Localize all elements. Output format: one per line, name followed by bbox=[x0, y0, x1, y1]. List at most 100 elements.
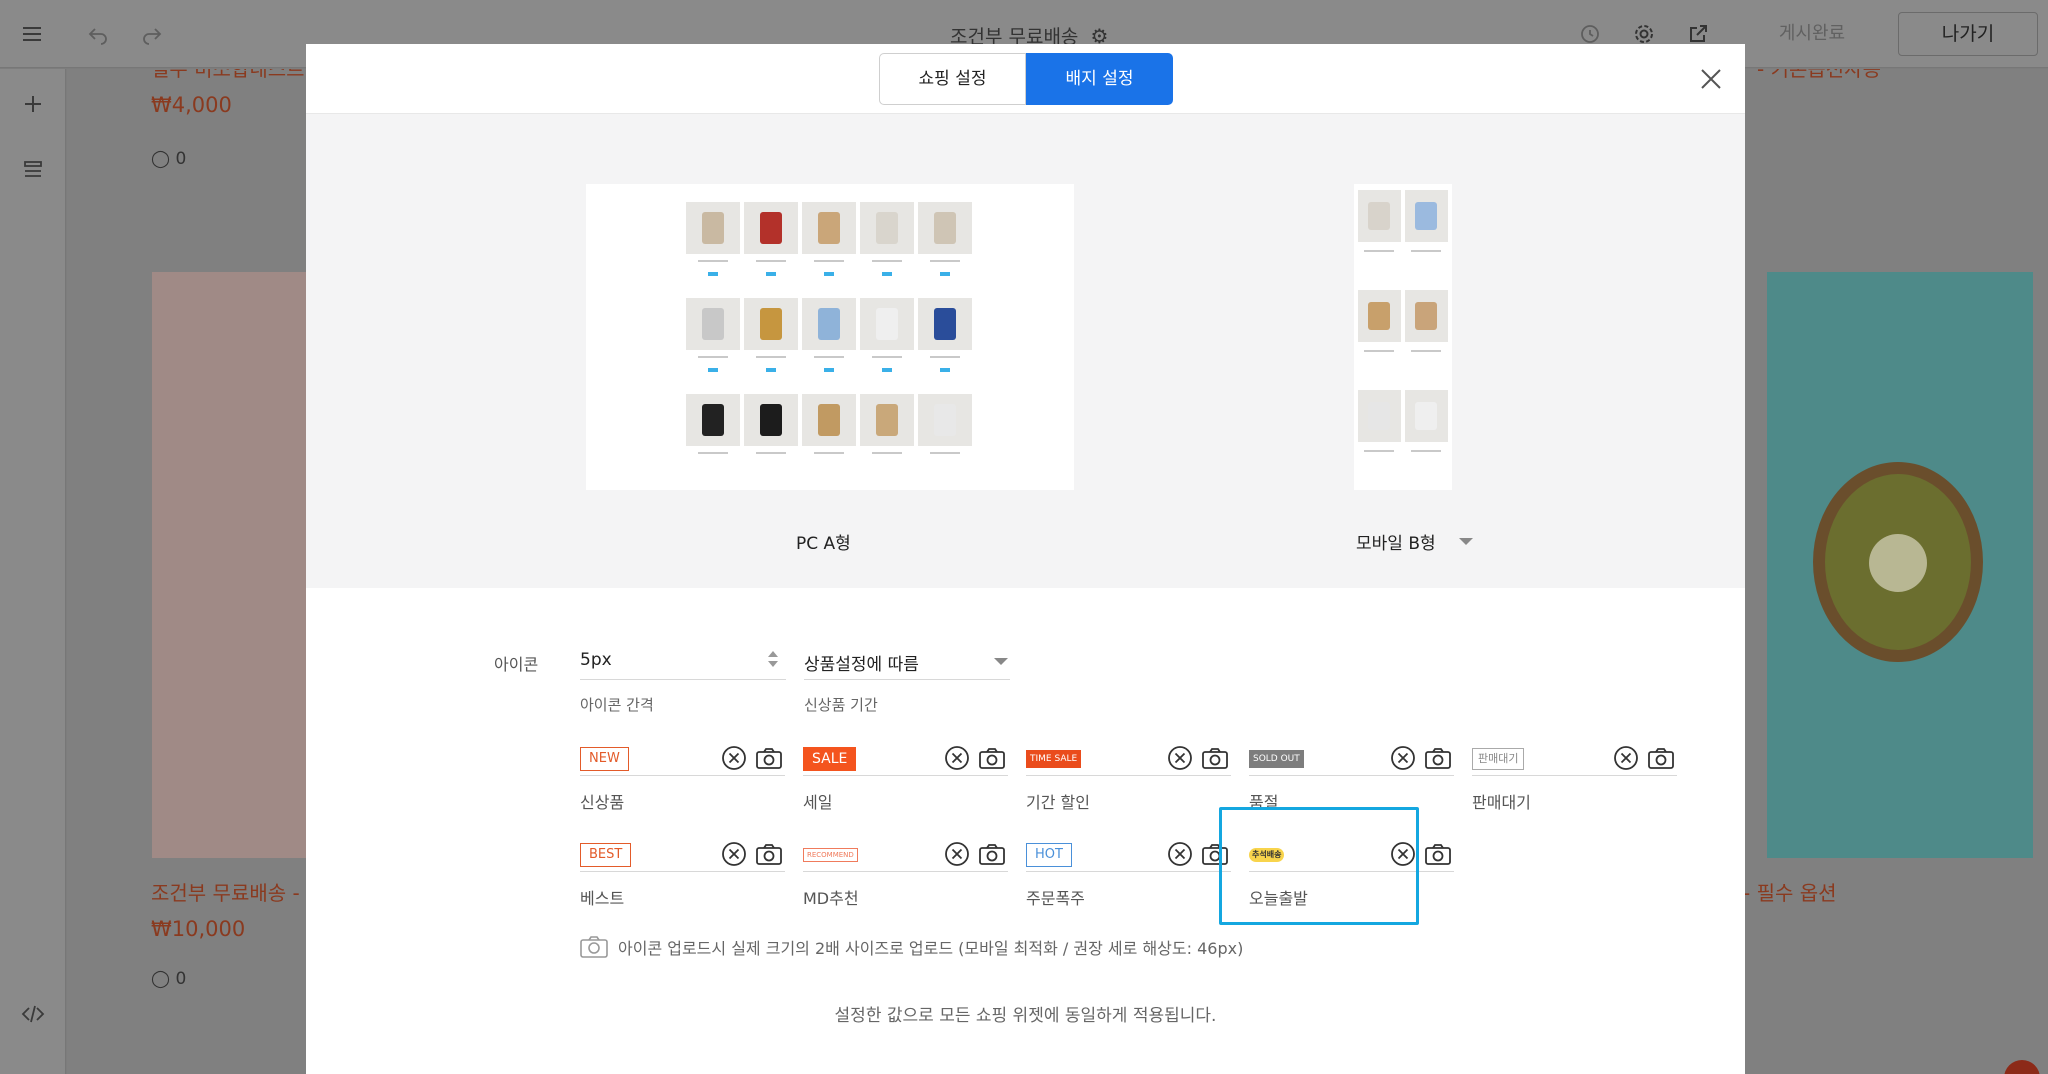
mobile-preview-caption-line bbox=[1364, 250, 1394, 252]
badge-preview: SOLD OUT bbox=[1249, 750, 1304, 768]
icon-spacing-field[interactable]: 5px bbox=[580, 640, 786, 680]
pc-preview-caption-line bbox=[698, 260, 728, 262]
tab-shopping-settings[interactable]: 쇼핑 설정 bbox=[879, 53, 1026, 105]
history-icon[interactable] bbox=[1578, 22, 1602, 46]
badge-cell-new[interactable]: NEW bbox=[580, 742, 785, 776]
badge-cell-best[interactable]: BEST bbox=[580, 838, 785, 872]
redo-icon[interactable] bbox=[140, 22, 164, 46]
badge-cell-soldout[interactable]: SOLD OUT bbox=[1249, 742, 1454, 776]
badge-caption: 기간 할인 bbox=[1026, 793, 1090, 812]
new-period-value: 상품설정에 따름 bbox=[804, 655, 919, 675]
mobile-preview-thumbnail bbox=[1358, 390, 1401, 442]
pc-preview-thumbnail bbox=[860, 298, 914, 350]
bg-product-image-right[interactable] bbox=[1767, 272, 2033, 858]
camera-icon[interactable] bbox=[1201, 744, 1229, 772]
camera-icon[interactable] bbox=[1647, 744, 1675, 772]
remove-circle-icon[interactable] bbox=[1389, 744, 1417, 772]
pc-layout-label: PC A형 bbox=[796, 534, 851, 554]
mobile-preview-caption-line bbox=[1411, 350, 1441, 352]
pc-preview-caption-line bbox=[756, 260, 786, 262]
pc-preview-tag bbox=[940, 272, 950, 276]
product-object bbox=[876, 212, 898, 244]
pc-preview-caption-line bbox=[756, 452, 786, 454]
close-icon[interactable] bbox=[1696, 64, 1726, 94]
bg-product-title-top-right: - 기본옵션사용 bbox=[1757, 69, 1881, 81]
badge-caption: 판매대기 bbox=[1472, 793, 1531, 812]
remove-circle-icon[interactable] bbox=[1612, 744, 1640, 772]
product-object bbox=[702, 212, 724, 244]
bg-comment-top: ◯ 0 bbox=[151, 149, 186, 169]
icon-section-label: 아이콘 bbox=[494, 655, 539, 674]
product-object bbox=[934, 308, 956, 340]
bg-comment-count-bottom: 0 bbox=[175, 969, 187, 989]
mobile-preview-caption-line bbox=[1364, 450, 1394, 452]
badge-preview: HOT bbox=[1026, 843, 1072, 867]
mobile-preview-thumbnail bbox=[1358, 290, 1401, 342]
badge-cell-sale[interactable]: SALE bbox=[803, 742, 1008, 776]
editor-sidebar bbox=[0, 69, 66, 1074]
product-object bbox=[818, 404, 840, 436]
camera-icon[interactable] bbox=[755, 840, 783, 868]
layout-preview-area: PC A형 모바일 B형 bbox=[306, 113, 1745, 588]
mobile-layout-preview[interactable] bbox=[1354, 184, 1452, 490]
pc-layout-preview[interactable] bbox=[586, 184, 1074, 490]
badge-preview: 판매대기 bbox=[1472, 748, 1525, 770]
badge-preview: BEST bbox=[580, 843, 632, 867]
pc-preview-thumbnail bbox=[802, 394, 856, 446]
product-object bbox=[876, 404, 898, 436]
remove-circle-icon[interactable] bbox=[943, 840, 971, 868]
badge-cell-wait[interactable]: 판매대기 bbox=[1472, 742, 1677, 776]
product-object bbox=[934, 212, 956, 244]
badge-cell-hot[interactable]: HOT bbox=[1026, 838, 1231, 872]
comment-icon: ◯ bbox=[151, 149, 171, 169]
mobile-preview-thumbnail bbox=[1405, 390, 1448, 442]
new-period-select[interactable]: 상품설정에 따름 bbox=[804, 640, 1010, 680]
external-link-icon[interactable] bbox=[1686, 22, 1710, 46]
camera-icon[interactable] bbox=[978, 840, 1006, 868]
bg-comment-bottom: ◯ 0 bbox=[151, 969, 186, 989]
chevron-down-icon[interactable] bbox=[994, 658, 1008, 665]
pc-preview-caption-line bbox=[872, 452, 902, 454]
badge-preview: TIME SALE bbox=[1026, 750, 1082, 768]
badge-caption: 베스트 bbox=[580, 889, 625, 908]
product-object bbox=[1368, 402, 1390, 430]
badge-cell-timesale[interactable]: TIME SALE bbox=[1026, 742, 1231, 776]
bg-product-title-right: - 필수 옵션 bbox=[1743, 881, 1837, 905]
undo-icon[interactable] bbox=[86, 22, 110, 46]
published-button[interactable]: 게시완료 bbox=[1752, 14, 1872, 54]
layers-icon[interactable] bbox=[20, 157, 46, 183]
remove-circle-icon[interactable] bbox=[1166, 744, 1194, 772]
kiwi-image bbox=[1813, 462, 1983, 662]
mobile-layout-label[interactable]: 모바일 B형 bbox=[1356, 529, 1436, 554]
upload-note-row: 아이콘 업로드시 실제 크기의 2배 사이즈로 업로드 (모바일 최적화 / 권… bbox=[580, 935, 1243, 959]
camera-icon[interactable] bbox=[755, 744, 783, 772]
plus-icon[interactable] bbox=[20, 91, 46, 117]
badge-cell-recommend[interactable]: RECOMMEND bbox=[803, 838, 1008, 872]
bg-product-title-left: 조건부 무료배송 - bbox=[151, 881, 300, 905]
pc-preview-caption-line bbox=[814, 452, 844, 454]
remove-circle-icon[interactable] bbox=[720, 744, 748, 772]
pc-preview-caption-line bbox=[930, 452, 960, 454]
product-object bbox=[1368, 202, 1390, 230]
spinner-icon[interactable] bbox=[766, 648, 780, 670]
tab-badge-settings[interactable]: 배지 설정 bbox=[1026, 53, 1173, 105]
camera-icon bbox=[580, 936, 608, 958]
menu-icon[interactable] bbox=[20, 22, 44, 46]
camera-icon[interactable] bbox=[1424, 744, 1452, 772]
remove-circle-icon[interactable] bbox=[943, 744, 971, 772]
exit-button[interactable]: 나가기 bbox=[1898, 12, 2038, 56]
pc-preview-caption-line bbox=[698, 356, 728, 358]
camera-icon[interactable] bbox=[1424, 840, 1452, 868]
remove-circle-icon[interactable] bbox=[720, 840, 748, 868]
pc-preview-tag bbox=[708, 368, 718, 372]
remove-circle-icon[interactable] bbox=[1166, 840, 1194, 868]
pc-preview-tag bbox=[766, 368, 776, 372]
pc-preview-thumbnail bbox=[744, 394, 798, 446]
pc-preview-thumbnail bbox=[744, 298, 798, 350]
pc-preview-thumbnail bbox=[686, 394, 740, 446]
settings-icon[interactable] bbox=[1632, 22, 1656, 46]
code-icon[interactable] bbox=[20, 1001, 46, 1027]
camera-icon[interactable] bbox=[978, 744, 1006, 772]
product-object bbox=[702, 404, 724, 436]
chevron-down-icon[interactable] bbox=[1459, 538, 1473, 545]
